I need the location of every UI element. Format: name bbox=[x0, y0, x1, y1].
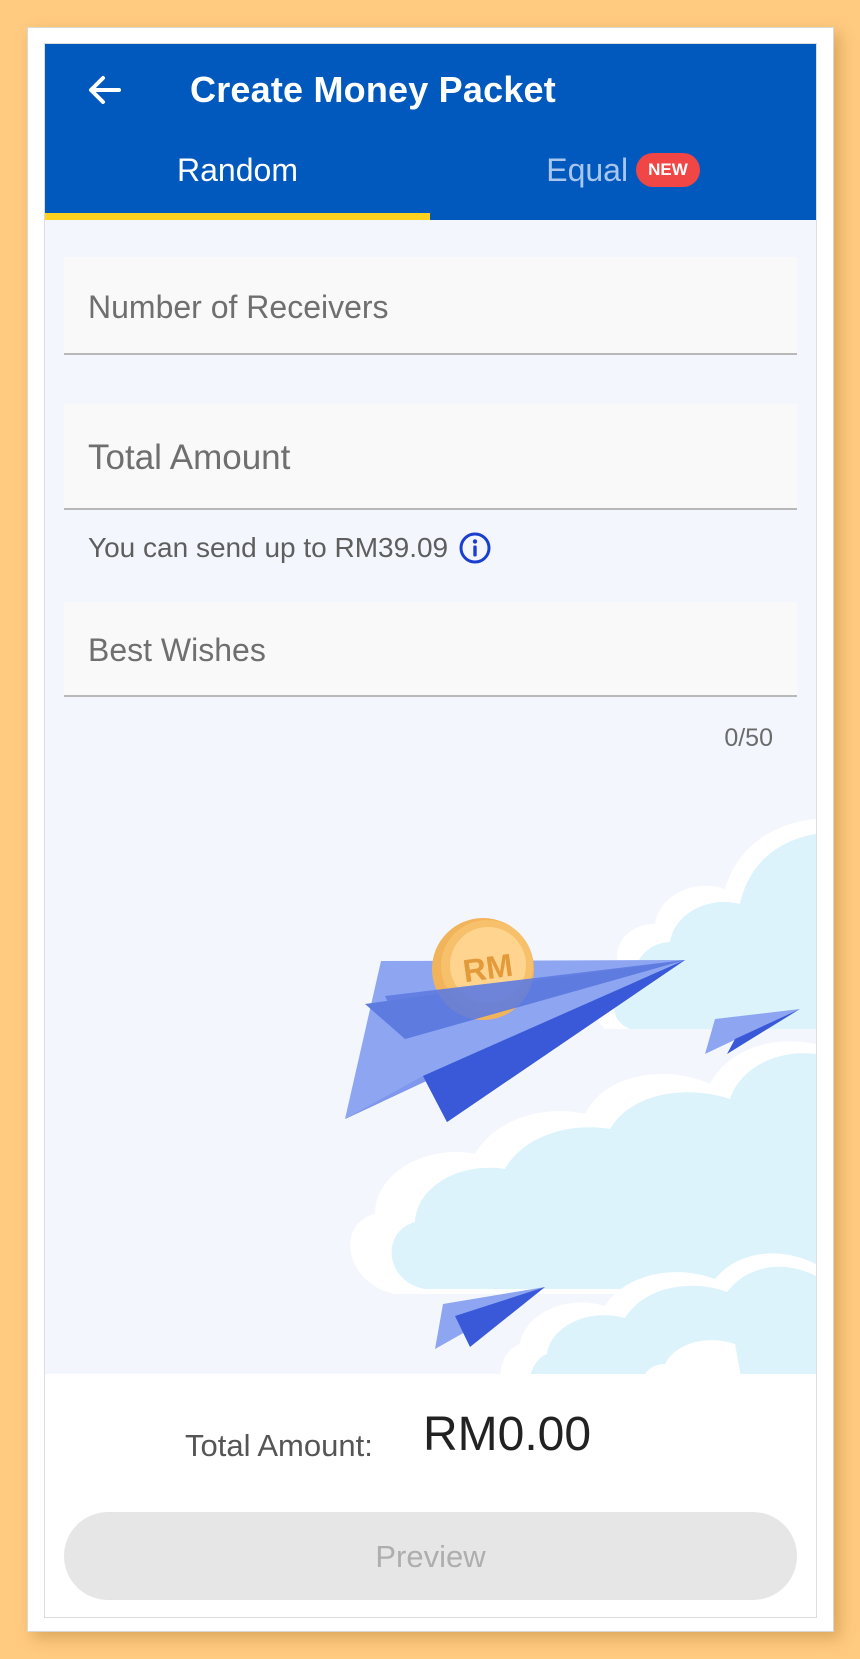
receivers-input[interactable]: Number of Receivers bbox=[64, 257, 797, 355]
best-wishes-placeholder: Best Wishes bbox=[88, 632, 266, 668]
tab-random[interactable]: Random bbox=[45, 140, 430, 214]
total-amount-label: Total Amount: bbox=[185, 1428, 373, 1463]
new-badge: NEW bbox=[636, 152, 700, 187]
tab-equal[interactable]: Equal NEW bbox=[430, 140, 816, 214]
total-amount-value: RM0.00 bbox=[423, 1408, 592, 1461]
app-bar: Create Money Packet Random Equal NEW bbox=[45, 44, 816, 220]
arrow-left-icon bbox=[89, 76, 121, 104]
best-wishes-input[interactable]: Best Wishes bbox=[64, 602, 797, 697]
paper-planes-illustration: RM bbox=[345, 819, 816, 1417]
info-icon[interactable] bbox=[458, 531, 492, 565]
total-amount-placeholder: Total Amount bbox=[88, 438, 291, 477]
total-amount-input[interactable]: Total Amount bbox=[64, 404, 797, 510]
app-screen: Create Money Packet Random Equal NEW Numb… bbox=[44, 43, 817, 1618]
preview-button[interactable]: Preview bbox=[64, 1512, 797, 1600]
send-limit-helper: You can send up to RM39.09 bbox=[88, 528, 492, 568]
active-tab-indicator bbox=[45, 213, 430, 220]
clouds-graphic bbox=[350, 819, 816, 1417]
send-limit-text: You can send up to RM39.09 bbox=[88, 532, 449, 563]
phone-frame: Create Money Packet Random Equal NEW Numb… bbox=[27, 27, 834, 1632]
tab-equal-label: Equal bbox=[546, 152, 629, 188]
page-title: Create Money Packet bbox=[190, 69, 556, 110]
back-button[interactable] bbox=[73, 58, 137, 122]
receivers-placeholder: Number of Receivers bbox=[88, 289, 389, 325]
tab-random-label: Random bbox=[177, 152, 298, 188]
